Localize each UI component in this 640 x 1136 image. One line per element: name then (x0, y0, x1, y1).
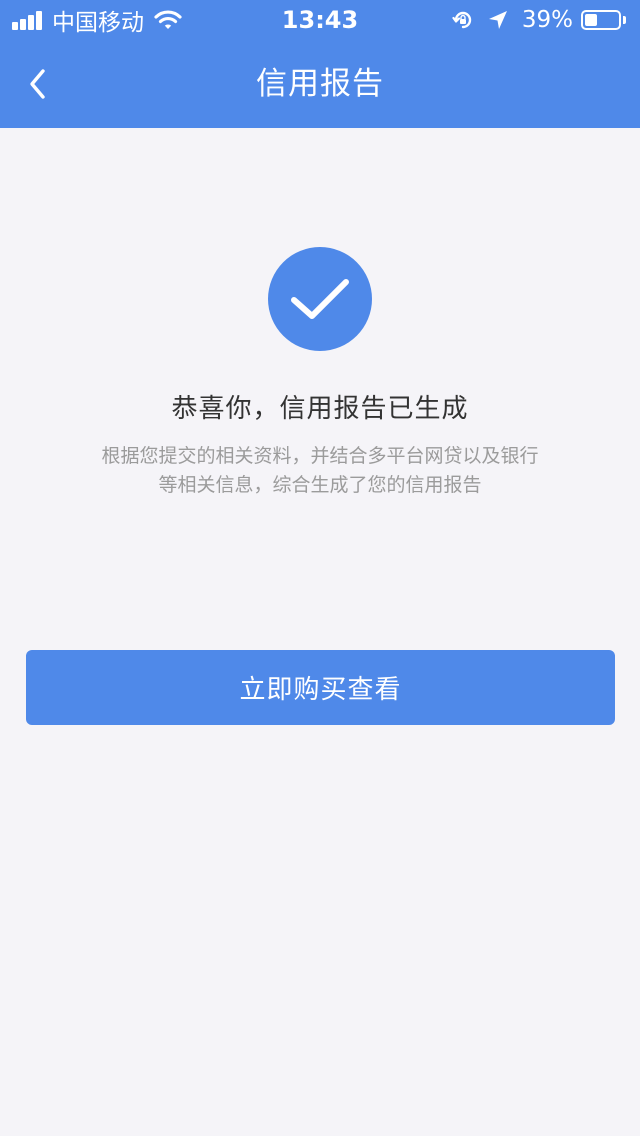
page-title: 信用报告 (256, 66, 384, 102)
buy-and-view-button[interactable]: 立即购买查看 (26, 650, 615, 725)
checkmark-icon (291, 279, 349, 319)
battery-percent: 39% (521, 7, 573, 33)
battery-cap (623, 16, 626, 24)
success-description: 根据您提交的相关资料，并结合多平台网贷以及银行等相关信息，综合生成了您的信用报告 (101, 445, 539, 496)
success-badge (268, 247, 372, 351)
status-bar: 中国移动 13:43 39% (0, 0, 640, 40)
success-title: 恭喜你，信用报告已生成 (171, 394, 469, 424)
battery-fill (585, 14, 597, 26)
orientation-lock-icon (452, 11, 472, 29)
location-arrow-icon (488, 11, 507, 29)
battery-icon (581, 10, 621, 30)
status-right: 39% (452, 6, 626, 34)
app-header: 中国移动 13:43 39% 信用报告 (0, 0, 640, 128)
